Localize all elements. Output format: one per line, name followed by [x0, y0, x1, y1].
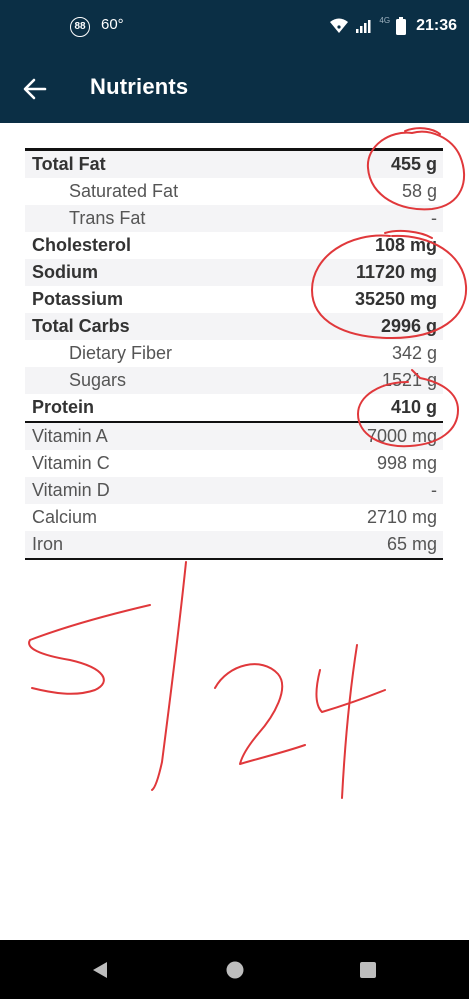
nutrient-value: 108 mg [374, 234, 437, 255]
handwriting-slash [151, 561, 187, 791]
vitamin-value: 998 mg [376, 452, 437, 473]
handwriting-digit-4 [315, 644, 386, 799]
nutrient-label: Sugars [69, 369, 127, 390]
row-sodium: Sodium 11720 mg [25, 258, 443, 286]
back-triangle-icon[interactable] [89, 959, 111, 981]
handwriting-digit-2 [214, 663, 306, 765]
row-calcium: Calcium 2710 mg [25, 504, 443, 531]
row-trans-fat: Trans Fat - [25, 204, 443, 232]
nutrient-value: 410 g [390, 396, 437, 417]
nutrient-value: 35250 mg [354, 288, 437, 309]
vitamin-label: Calcium [32, 506, 98, 527]
row-cholesterol: Cholesterol 108 mg [25, 232, 443, 259]
app-bar: Nutrients [0, 52, 469, 123]
nutrient-label: Protein [32, 396, 95, 417]
page-title: Nutrients [90, 74, 189, 99]
signal-icon [356, 20, 371, 33]
nutrient-value: 2996 g [380, 315, 437, 336]
nutrient-value: 455 g [390, 153, 437, 174]
notification-badge-icon: 88 [70, 17, 90, 37]
home-circle-icon[interactable] [224, 959, 246, 981]
nutrient-label: Trans Fat [69, 207, 146, 228]
row-vitamin-d: Vitamin D - [25, 476, 443, 504]
vitamin-value: 2710 mg [366, 506, 437, 527]
wifi-icon [330, 18, 349, 33]
nutrient-value: 1521 g [381, 369, 437, 390]
vitamin-value: 65 mg [386, 533, 437, 554]
clock: 21:36 [416, 17, 457, 34]
battery-icon [396, 17, 407, 35]
handwriting-digit-5 [28, 604, 151, 695]
nutrient-label: Sodium [32, 261, 98, 282]
nutrient-table: Total Fat 455 g Saturated Fat 58 g Trans… [25, 148, 443, 560]
nutrient-label: Cholesterol [32, 234, 132, 255]
row-vitamin-c: Vitamin C 998 mg [25, 450, 443, 477]
recents-square-icon[interactable] [357, 959, 379, 981]
row-protein: Protein 410 g [25, 394, 443, 421]
arrow-left-icon [23, 78, 47, 100]
nutrient-label: Saturated Fat [69, 180, 179, 201]
nutrient-value: 342 g [391, 342, 437, 363]
vitamin-label: Vitamin C [32, 452, 110, 473]
row-saturated-fat: Saturated Fat 58 g [25, 178, 443, 205]
row-total-fat: Total Fat 455 g [25, 150, 443, 178]
row-dietary-fiber: Dietary Fiber 342 g [25, 340, 443, 367]
status-bar: 88 60° 4G 21:36 [0, 0, 469, 52]
nutrient-value: 58 g [401, 180, 437, 201]
temperature-text: 60° [101, 16, 124, 33]
nutrient-value: - [431, 207, 437, 228]
vitamin-value: - [431, 479, 437, 500]
row-potassium: Potassium 35250 mg [25, 286, 443, 313]
system-nav-bar [0, 940, 469, 999]
row-iron: Iron 65 mg [25, 530, 443, 558]
vitamin-value: 7000 mg [366, 425, 437, 446]
row-vitamin-a: Vitamin A 7000 mg [25, 422, 443, 450]
nutrient-label: Total Fat [32, 153, 106, 174]
nutrient-label: Total Carbs [32, 315, 130, 336]
nutrient-value: 11720 mg [355, 261, 437, 282]
network-type: 4G [379, 15, 391, 25]
status-icons: 4G 21:36 [329, 13, 457, 39]
vitamin-label: Iron [32, 533, 64, 554]
nutrient-label: Dietary Fiber [69, 342, 173, 363]
row-total-carbs: Total Carbs 2996 g [25, 312, 443, 340]
row-sugars: Sugars 1521 g [25, 366, 443, 394]
table-bottom-rule [25, 557, 443, 560]
nutrient-label: Potassium [32, 288, 124, 309]
vitamin-label: Vitamin A [32, 425, 108, 446]
vitamin-label: Vitamin D [32, 479, 110, 500]
back-button[interactable] [22, 76, 48, 102]
